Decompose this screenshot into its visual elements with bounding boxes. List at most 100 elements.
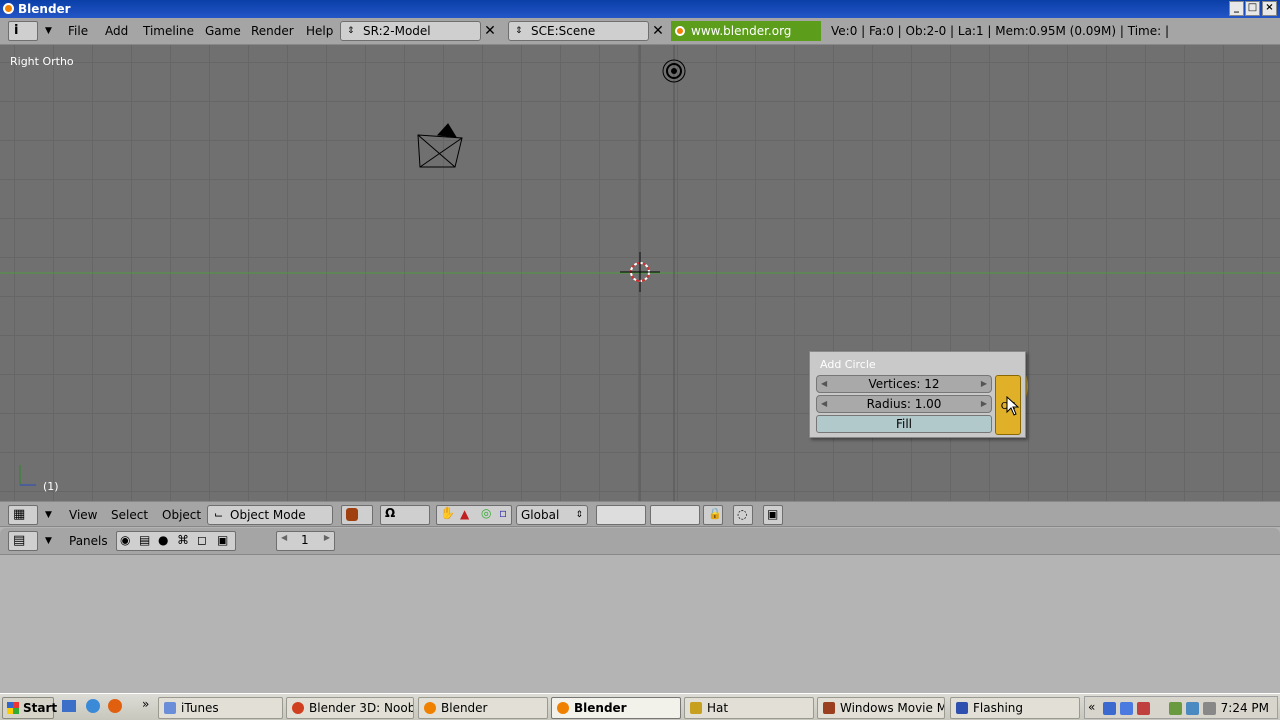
window-title: Blender xyxy=(18,2,71,16)
mode-select[interactable]: ⌙ Object Mode xyxy=(207,505,333,525)
task-movie-maker[interactable]: Windows Movie M... xyxy=(817,697,945,719)
task-blender-noob[interactable]: Blender 3D: Noob ... xyxy=(286,697,414,719)
maximize-button[interactable]: □ xyxy=(1245,1,1260,16)
translate-icon[interactable]: ▲ xyxy=(460,507,469,521)
blender-logo-icon xyxy=(675,26,685,36)
menu-view[interactable]: View xyxy=(69,508,97,522)
menu-game[interactable]: Game xyxy=(205,24,241,38)
decrement-arrow-icon[interactable]: ◀ xyxy=(821,396,827,412)
windows-flag-icon xyxy=(7,702,19,714)
fill-toggle[interactable]: Fill xyxy=(816,415,992,433)
logic-icon[interactable]: ◉ xyxy=(120,533,130,547)
manipulator-toggles[interactable]: ✋ ▲ ◎ ▫ xyxy=(436,505,512,525)
security-icon[interactable] xyxy=(1137,702,1150,715)
object-mode-icon: ⌙ xyxy=(214,508,224,521)
editor-type-button[interactable]: ▦ xyxy=(8,505,38,525)
decrement-arrow-icon[interactable]: ◀ xyxy=(821,376,827,392)
delete-scene-button[interactable]: ✕ xyxy=(649,21,667,41)
buttons-window: ▤ ▼ Panels ◉ ▤ ● ⌘ ◻ ▣ ◀ 1 ▶ xyxy=(0,528,1280,693)
menu-help[interactable]: Help xyxy=(306,24,333,38)
buttons-window-icon: ▤ xyxy=(13,533,26,548)
delete-screen-button[interactable]: ✕ xyxy=(481,21,499,41)
task-blender-1[interactable]: Blender xyxy=(418,697,548,719)
opengl-render-button[interactable]: ◌ xyxy=(733,505,753,525)
show-desktop-icon[interactable] xyxy=(62,700,76,712)
info-window-type-button[interactable]: i xyxy=(8,21,38,41)
network-icon[interactable] xyxy=(1103,702,1116,715)
menu-add[interactable]: Add xyxy=(105,24,128,38)
collapse-menu-icon[interactable]: ▼ xyxy=(45,510,52,520)
magnet-icon: Ω xyxy=(385,506,396,520)
blender-icon xyxy=(557,702,569,714)
task-flashing[interactable]: Flashing xyxy=(950,697,1080,719)
draw-type-select[interactable] xyxy=(341,505,373,525)
lamp-object xyxy=(662,59,686,83)
layer-buttons-2[interactable] xyxy=(650,505,700,525)
task-hat[interactable]: Hat xyxy=(684,697,814,719)
add-circle-popup: Add Circle ◀ Vertices: 12 ▶ ◀ Radius: 1.… xyxy=(809,351,1026,438)
tray-expand-icon[interactable]: « xyxy=(1088,700,1095,714)
menu-file[interactable]: File xyxy=(68,24,88,38)
collapse-menu-icon[interactable]: ▼ xyxy=(45,26,52,36)
collapse-menu-icon[interactable]: ▼ xyxy=(45,536,52,546)
menu-render[interactable]: Render xyxy=(251,24,294,38)
popup-title: Add Circle xyxy=(820,358,876,371)
object-context-icon[interactable]: ⌘ xyxy=(177,533,189,547)
info-icon: i xyxy=(14,23,19,38)
task-itunes[interactable]: iTunes xyxy=(158,697,283,719)
shading-context-icon[interactable]: ● xyxy=(158,533,168,547)
3d-cursor xyxy=(620,252,660,292)
menu-timeline[interactable]: Timeline xyxy=(143,24,194,38)
menu-select[interactable]: Select xyxy=(111,508,148,522)
radius-field[interactable]: ◀ Radius: 1.00 ▶ xyxy=(816,395,992,413)
context-buttons[interactable]: ◉ ▤ ● ⌘ ◻ ▣ xyxy=(116,531,236,551)
lock-layers-button[interactable]: 🔒 xyxy=(703,505,723,525)
blender-org-link[interactable]: www.blender.org 249.2 xyxy=(671,21,821,58)
firefox-icon[interactable] xyxy=(108,699,122,713)
buttons-header: ▤ ▼ Panels ◉ ▤ ● ⌘ ◻ ▣ ◀ 1 ▶ xyxy=(0,528,1280,555)
clock[interactable]: 7:24 PM xyxy=(1221,701,1269,715)
render-anim-button[interactable]: ▣ xyxy=(763,505,783,525)
quicklaunch-expand-icon[interactable]: » xyxy=(142,697,149,711)
updown-icon: ⇕ xyxy=(515,26,523,36)
rotate-icon[interactable]: ◎ xyxy=(481,506,491,520)
connection-icon[interactable] xyxy=(1186,702,1199,715)
increment-arrow-icon[interactable]: ▶ xyxy=(981,376,987,392)
window-icon xyxy=(956,702,968,714)
editing-context-icon[interactable]: ◻ xyxy=(197,533,207,547)
task-blender-2[interactable]: Blender xyxy=(551,697,681,719)
increment-arrow-icon[interactable]: ▶ xyxy=(324,533,330,542)
grid-icon: ▦ xyxy=(13,507,26,522)
system-tray: « 7:24 PM xyxy=(1084,696,1278,719)
screen-select[interactable]: ⇕ SR:2-Model xyxy=(340,21,481,41)
decrement-arrow-icon[interactable]: ◀ xyxy=(281,533,287,542)
panels-menu[interactable]: Panels xyxy=(69,534,108,548)
orientation-select[interactable]: Global ⇕ xyxy=(516,505,588,525)
start-button[interactable]: Start xyxy=(2,697,57,719)
usb-icon[interactable] xyxy=(1169,702,1182,715)
render-icon: ◌ xyxy=(737,507,748,521)
lock-icon: 🔒 xyxy=(708,507,722,520)
vertices-field[interactable]: ◀ Vertices: 12 ▶ xyxy=(816,375,992,393)
scene-context-icon[interactable]: ▣ xyxy=(217,533,228,547)
scale-icon[interactable]: ▫ xyxy=(499,506,507,520)
layer-buttons-1[interactable] xyxy=(596,505,646,525)
script-icon[interactable]: ▤ xyxy=(139,533,150,547)
scene-stats: Ve:0 | Fa:0 | Ob:2-0 | La:1 | Mem:0.95M … xyxy=(831,24,1170,38)
axis-widget xyxy=(19,465,36,486)
increment-arrow-icon[interactable]: ▶ xyxy=(981,396,987,412)
editor-type-button[interactable]: ▤ xyxy=(8,531,38,551)
minimize-button[interactable]: _ xyxy=(1229,1,1244,16)
display-icon[interactable] xyxy=(1120,702,1133,715)
hand-icon[interactable]: ✋ xyxy=(440,506,455,520)
viewport-overlay xyxy=(0,45,1280,501)
volume-icon[interactable] xyxy=(1203,702,1216,715)
3d-viewport[interactable]: Right Ortho (1) xyxy=(0,45,1280,501)
firefox-icon xyxy=(292,702,304,714)
scene-select[interactable]: ⇕ SCE:Scene xyxy=(508,21,649,41)
close-window-button[interactable]: × xyxy=(1262,1,1277,16)
frame-number-field[interactable]: ◀ 1 ▶ xyxy=(276,531,335,551)
menu-object[interactable]: Object xyxy=(162,508,201,522)
ie-icon[interactable] xyxy=(86,699,100,713)
pivot-select[interactable]: Ω xyxy=(380,505,430,525)
